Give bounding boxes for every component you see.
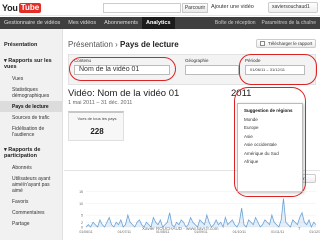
nav-subscriptions[interactable]: Abonnements bbox=[100, 17, 142, 29]
views-stat-card: Vues de tous les pays 228 bbox=[68, 111, 124, 141]
views-stat-value: 228 bbox=[90, 127, 104, 136]
chart-area-fill bbox=[86, 198, 316, 227]
breadcrumb: Présentation › Pays de lecture bbox=[68, 40, 179, 49]
video-date-range: 1 mai 2011 – 31 déc. 2011 bbox=[68, 100, 133, 106]
sidebar-item-comments[interactable]: Commentaires bbox=[0, 207, 62, 218]
chart-x-tick-label: 01/06/11 bbox=[79, 230, 92, 234]
page-title: Pays de lecture bbox=[120, 40, 179, 49]
chart-y-tick-label: 10 bbox=[79, 202, 83, 206]
chart-y-tick-label: 15 bbox=[79, 190, 83, 194]
logo-you-text: You bbox=[2, 3, 18, 13]
chart-y-tick-label: 0 bbox=[81, 226, 83, 230]
sidebar-item-likes[interactable]: Utilisateurs ayant bbox=[0, 173, 62, 182]
search-button[interactable]: Parcourir bbox=[182, 3, 208, 13]
user-account-button[interactable]: xaviersouchaud1 bbox=[268, 2, 318, 13]
views-stat-label: Vues de tous les pays bbox=[77, 116, 117, 121]
nav-right-group: Boîte de réception Paramètres de la chaî… bbox=[215, 17, 316, 29]
nav-inbox[interactable]: Boîte de réception bbox=[215, 17, 256, 29]
youtube-logo[interactable]: You Tube bbox=[2, 2, 42, 14]
video-title-prefix: Vidéo: bbox=[68, 88, 95, 99]
watermark: Xavier ROUCHAUD - www.xavr.fr.com bbox=[142, 226, 219, 231]
nav-my-videos[interactable]: Mes vidéos bbox=[64, 17, 100, 29]
sidebar-item-traffic-sources[interactable]: Sources de trafic bbox=[0, 112, 62, 123]
nav-video-manager[interactable]: Gestionnaire de vidéos bbox=[0, 17, 64, 29]
sidebar-item-demographics[interactable]: Statistiques bbox=[0, 84, 62, 93]
search-input[interactable] bbox=[103, 3, 181, 13]
nav-analytics[interactable]: Analytics bbox=[142, 17, 175, 29]
chart-x-tick-label: 01/10/11 bbox=[233, 230, 246, 234]
sidebar-item-views[interactable]: Vues bbox=[0, 73, 62, 84]
video-title-name: Nom de la vidéo 01 bbox=[97, 88, 180, 99]
sidebar-item-likes-cont[interactable]: aimé/n'ayant pas aimé bbox=[0, 182, 62, 197]
analytics-sidebar: Présentation ▾ Rapports sur les vues Vue… bbox=[0, 29, 63, 240]
top-bar: You Tube Parcourir Ajouter une vidéo xav… bbox=[0, 0, 320, 16]
page-number: 7 bbox=[298, 226, 301, 231]
chart-y-tick-label: 2 bbox=[81, 221, 83, 225]
highlight-circle-geography bbox=[234, 87, 306, 197]
sidebar-item-demographics-cont[interactable]: démographiques bbox=[0, 93, 62, 102]
views-line-chart: 0251015 01/06/11 01/07/11 01/08/11 01/09/11… bbox=[79, 190, 320, 234]
upload-video-link[interactable]: Ajouter une vidéo bbox=[211, 4, 254, 10]
logo-tube-text: Tube bbox=[18, 3, 42, 13]
geography-filter-input[interactable] bbox=[185, 65, 239, 75]
chart-y-ticks: 02 5 10 15 bbox=[79, 190, 83, 230]
video-title: Vidéo: Nom de la vidéo 01 2011 bbox=[68, 88, 251, 99]
chart-y-tick-label: 5 bbox=[81, 214, 83, 218]
download-report-label: Télécharger le rapport bbox=[268, 41, 313, 46]
download-report-button[interactable]: Télécharger le rapport bbox=[256, 39, 316, 48]
highlight-circle-period bbox=[239, 54, 317, 85]
breadcrumb-root[interactable]: Présentation bbox=[68, 40, 113, 49]
chart-x-tick-label: 01/07/11 bbox=[118, 230, 131, 234]
nav-channel-settings[interactable]: Paramètres de la chaîne bbox=[262, 17, 316, 29]
channel-nav-bar: Gestionnaire de vidéos Mes vidéos Abonne… bbox=[0, 17, 320, 29]
sidebar-item-playback-locations[interactable]: Pays de lecture bbox=[0, 101, 62, 112]
chart-x-tick-label: 01/12/11 bbox=[309, 230, 320, 234]
report-icon bbox=[260, 41, 265, 46]
sidebar-presentation[interactable]: Présentation bbox=[0, 39, 62, 51]
sidebar-item-sharing[interactable]: Partage bbox=[0, 218, 62, 229]
sidebar-engagement-reports-header[interactable]: ▾ Rapports de participation bbox=[0, 144, 62, 162]
sidebar-item-favorites[interactable]: Favoris bbox=[0, 196, 62, 207]
sidebar-views-reports-header[interactable]: ▾ Rapports sur les vues bbox=[0, 55, 62, 73]
geography-label: Géographie bbox=[185, 58, 209, 63]
chart-x-tick-label: 01/11/11 bbox=[271, 230, 284, 234]
sidebar-item-audience-retention[interactable]: Fidélisation de l'audience bbox=[0, 123, 62, 140]
highlight-circle-content bbox=[69, 57, 176, 81]
sidebar-item-subscribers[interactable]: Abonnés bbox=[0, 162, 62, 173]
breadcrumb-separator: › bbox=[112, 40, 121, 49]
